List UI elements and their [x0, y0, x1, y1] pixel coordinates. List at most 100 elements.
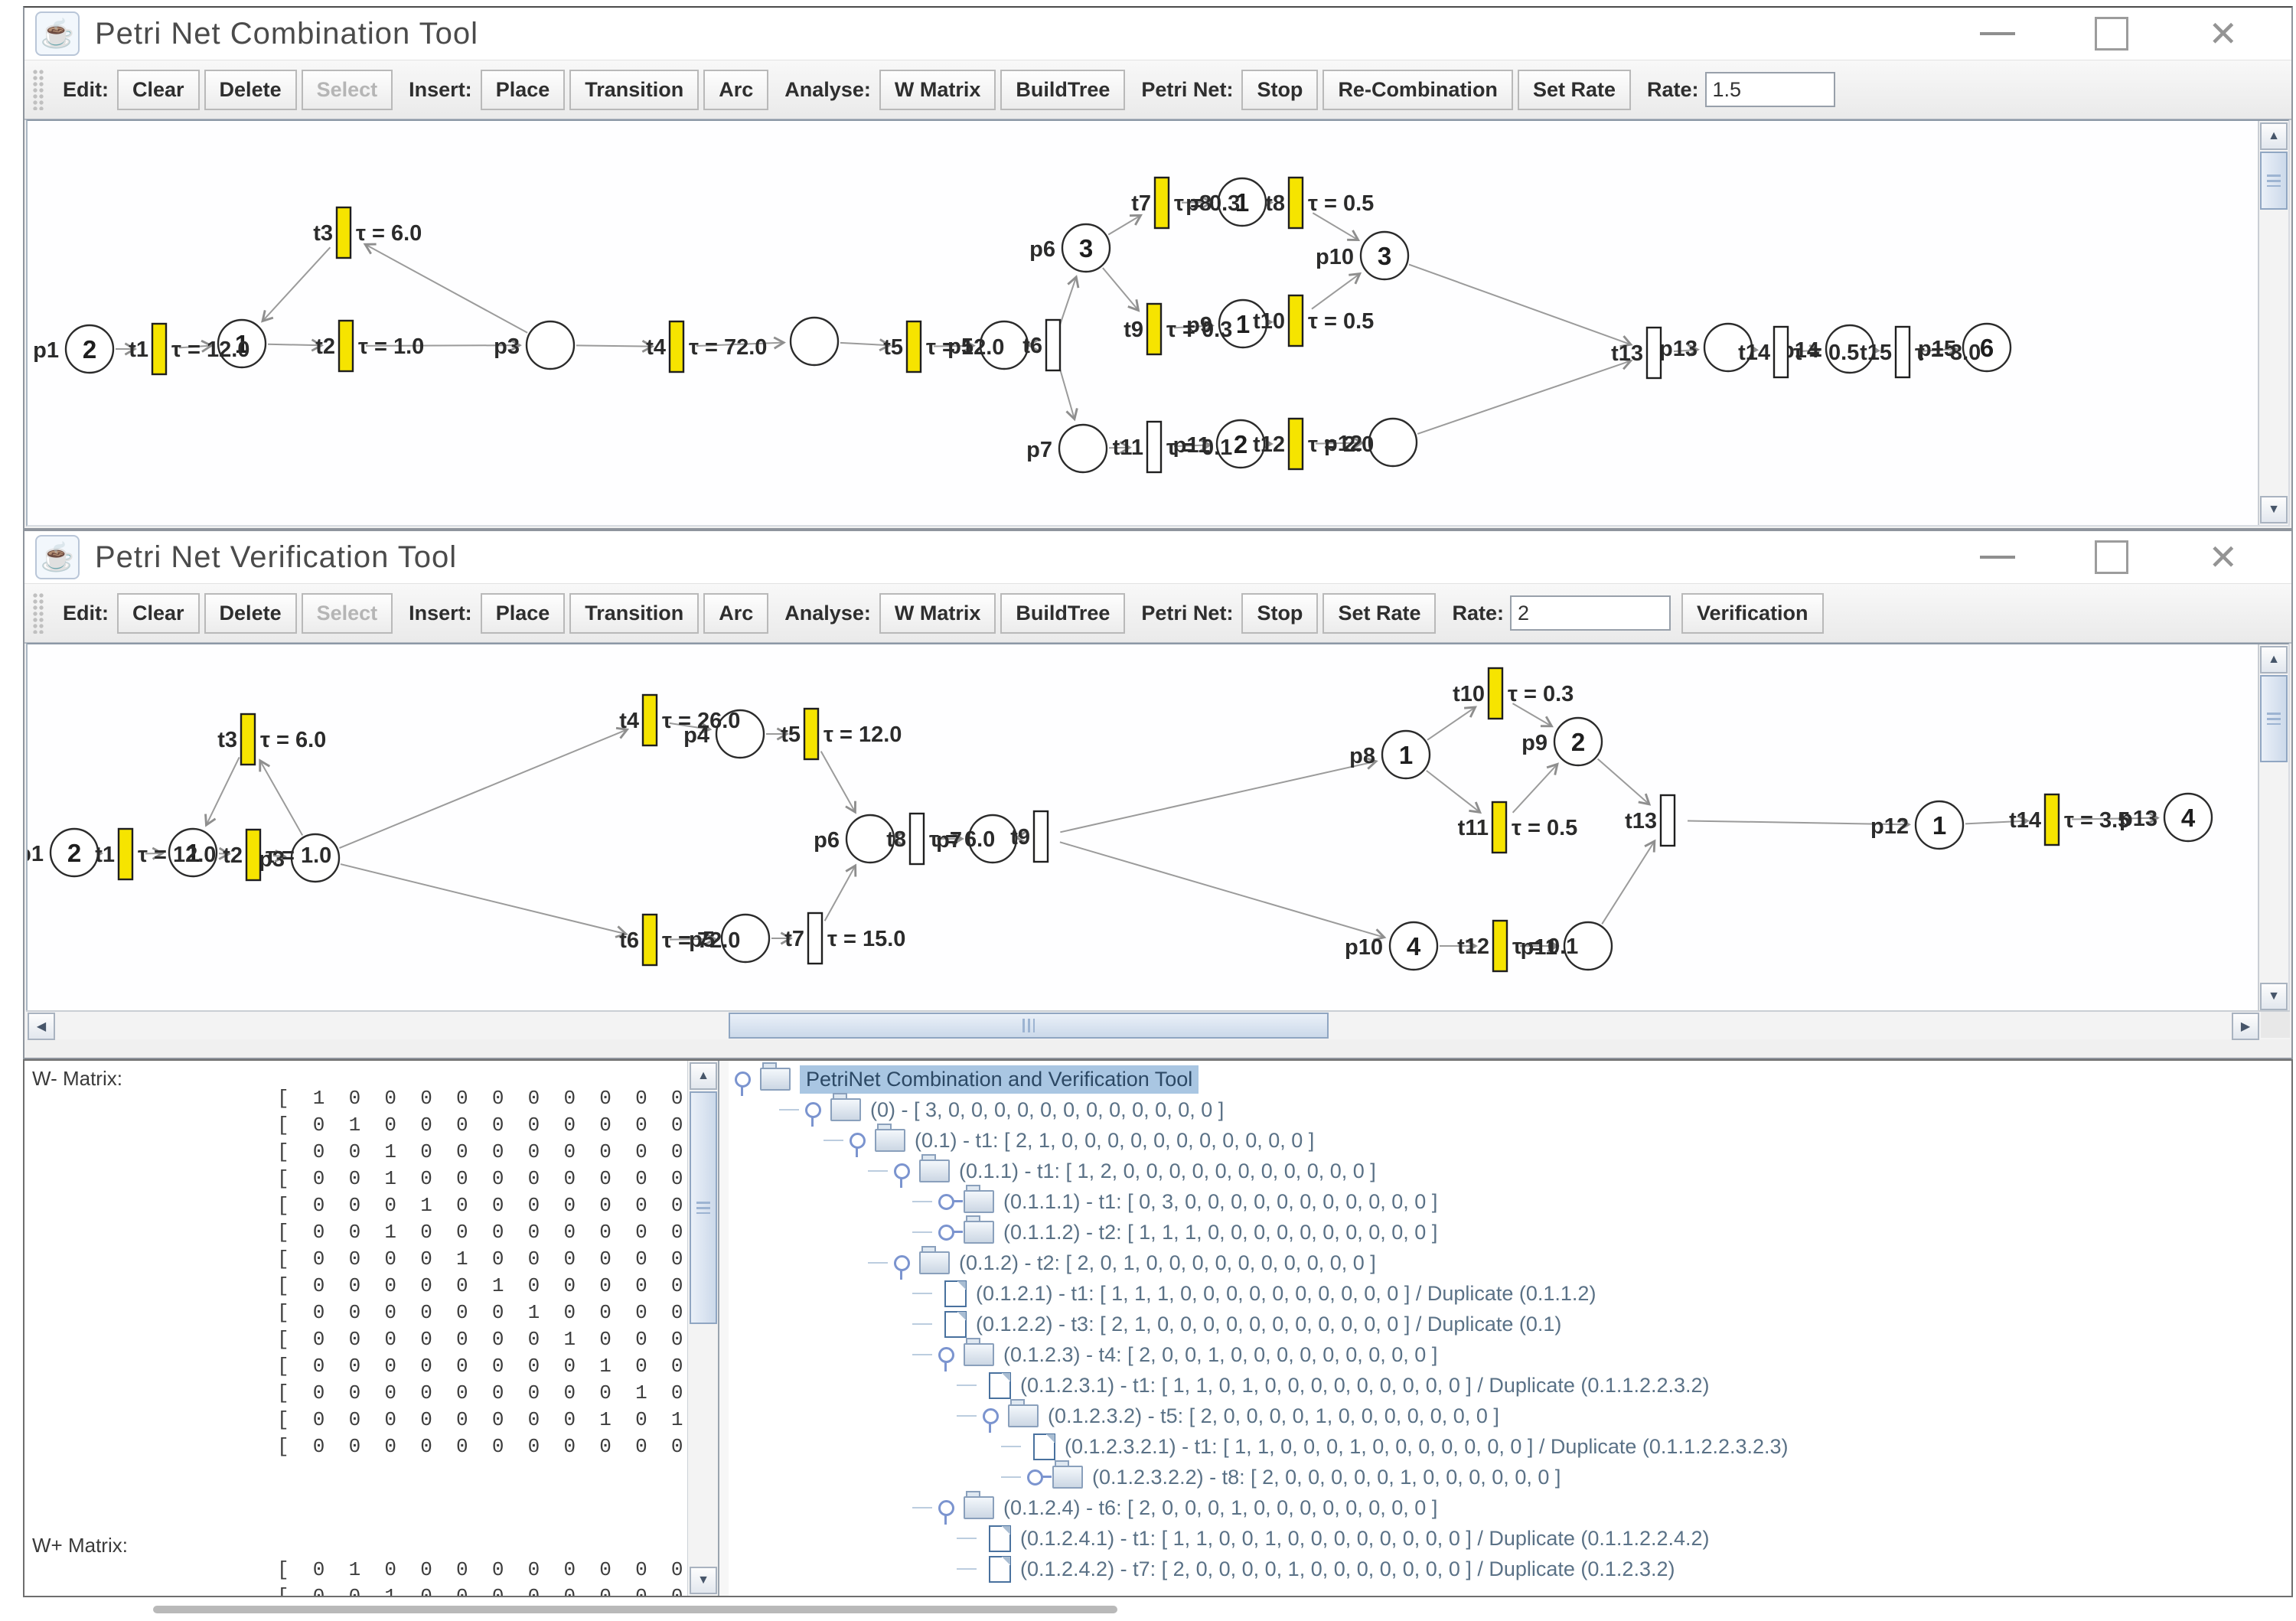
scroll-down-icon[interactable]: ▼: [690, 1567, 717, 1594]
insert-transition-button[interactable]: Transition: [569, 593, 699, 634]
transition-t9[interactable]: t9τ = 0.3: [1124, 304, 1232, 354]
stop-button[interactable]: Stop: [1241, 70, 1318, 110]
insert-arc-button[interactable]: Arc: [703, 593, 768, 634]
tree-node-label[interactable]: (0.1.1.2) - t2: [ 1, 1, 1, 0, 0, 0, 0, 0…: [1003, 1221, 1437, 1244]
tree-node[interactable]: (0.1.2.4) - t6: [ 2, 0, 0, 0, 1, 0, 0, 0…: [729, 1492, 2291, 1523]
transition-t13[interactable]: t13: [1611, 328, 1661, 378]
arc-t3-p2[interactable]: [206, 757, 239, 825]
scroll-down-icon[interactable]: ▼: [2260, 983, 2288, 1010]
transition-t7[interactable]: t7τ = 0.3: [1131, 178, 1240, 228]
petri-canvas-combination[interactable]: 2p11p3p53p6p71p81p93p102p11p12p13p146p15…: [26, 119, 2290, 527]
arc-p9-t13[interactable]: [1598, 758, 1649, 804]
collapse-knob-icon[interactable]: [983, 1408, 999, 1424]
arc-p8-t10[interactable]: [1427, 707, 1476, 740]
tree-node[interactable]: (0.1.2.3.2.2) - t8: [ 2, 0, 0, 0, 0, 0, …: [729, 1462, 2291, 1492]
tree-node[interactable]: (0.1.1.1) - t1: [ 0, 3, 0, 0, 0, 0, 0, 0…: [729, 1186, 2291, 1217]
arc-p3-t4[interactable]: [339, 729, 627, 848]
place-p13[interactable]: 4p13: [2119, 794, 2212, 841]
tree-node[interactable]: (0.1.2.3.1) - t1: [ 1, 1, 0, 1, 0, 0, 0,…: [729, 1370, 2291, 1401]
arc-t11-p9[interactable]: [1513, 764, 1557, 812]
tree-node-label[interactable]: (0.1.2.4.2) - t7: [ 2, 0, 0, 0, 0, 1, 0,…: [1020, 1557, 1675, 1581]
select-button[interactable]: Select: [302, 593, 393, 634]
tree-node-label[interactable]: (0.1.2.4) - t6: [ 2, 0, 0, 0, 1, 0, 0, 0…: [1003, 1496, 1437, 1520]
tree-node-label[interactable]: PetriNet Combination and Verification To…: [800, 1065, 1199, 1094]
arc-t9-p10[interactable]: [1060, 842, 1384, 937]
titlebar-verification[interactable]: ☕ Petri Net Verification Tool ✕: [24, 531, 2291, 583]
scroll-down-icon[interactable]: ▼: [2260, 496, 2288, 523]
petri-net-combination[interactable]: 2p11p3p53p6p71p81p93p102p11p12p13p146p15…: [28, 121, 2259, 525]
tree-node-label[interactable]: (0.1.2.3) - t4: [ 2, 0, 0, 1, 0, 0, 0, 0…: [1003, 1343, 1437, 1367]
arc-p4-t5[interactable]: [840, 343, 889, 345]
tree-node-label[interactable]: (0.1.2.3.1) - t1: [ 1, 1, 0, 1, 0, 0, 0,…: [1020, 1374, 1710, 1398]
collapse-knob-icon[interactable]: [894, 1163, 910, 1179]
insert-transition-button[interactable]: Transition: [569, 70, 699, 110]
arc-p3-t3[interactable]: [365, 244, 527, 332]
petri-canvas-verification[interactable]: 2p11p3p4p5p6p71p82p94p10p111p124p13t1τ =…: [26, 643, 2290, 1013]
horizontal-scrollbar[interactable]: [153, 1606, 1117, 1613]
w-matrix-button[interactable]: W Matrix: [879, 70, 996, 110]
arc-p6-t7[interactable]: [1108, 215, 1140, 234]
toolbar-grip-icon[interactable]: [32, 69, 44, 110]
tree-node[interactable]: (0.1) - t1: [ 2, 1, 0, 0, 0, 0, 0, 0, 0,…: [729, 1125, 2291, 1156]
build-tree-button[interactable]: BuildTree: [1000, 70, 1125, 110]
scroll-up-icon[interactable]: ▲: [2260, 646, 2288, 674]
tree-node-label[interactable]: (0.1) - t1: [ 2, 1, 0, 0, 0, 0, 0, 0, 0,…: [915, 1129, 1314, 1153]
place-p1[interactable]: 2p1: [33, 325, 113, 373]
collapse-knob-icon[interactable]: [938, 1347, 954, 1363]
transition-t8[interactable]: t8τ = 0.5: [1265, 178, 1374, 228]
toolbar-grip-icon[interactable]: [32, 592, 44, 634]
tree-node-label[interactable]: (0.1.2.3.2.2) - t8: [ 2, 0, 0, 0, 0, 0, …: [1092, 1466, 1561, 1489]
insert-arc-button[interactable]: Arc: [703, 70, 768, 110]
transition-t14[interactable]: t14τ = 3.5: [2009, 794, 2130, 845]
vertical-scrollbar[interactable]: ▲ ▼: [2258, 644, 2288, 1012]
tree-node[interactable]: (0) - [ 3, 0, 0, 0, 0, 0, 0, 0, 0, 0, 0,…: [729, 1094, 2291, 1125]
arc-t7-p6[interactable]: [825, 866, 856, 921]
delete-button[interactable]: Delete: [204, 70, 297, 110]
expand-knob-icon[interactable]: [1027, 1469, 1043, 1486]
scrollbar-thumb[interactable]: [729, 1013, 1329, 1039]
tree-node[interactable]: PetriNet Combination and Verification To…: [729, 1064, 2291, 1094]
tree-node-label[interactable]: (0) - [ 3, 0, 0, 0, 0, 0, 0, 0, 0, 0, 0,…: [870, 1098, 1224, 1122]
petri-net-verification[interactable]: 2p11p3p4p5p6p71p82p94p10p111p124p13t1τ =…: [28, 644, 2259, 1012]
place-p8[interactable]: 1p8: [1349, 731, 1430, 778]
clear-button[interactable]: Clear: [117, 70, 200, 110]
tree-node[interactable]: (0.1.1) - t1: [ 1, 2, 0, 0, 0, 0, 0, 0, …: [729, 1156, 2291, 1186]
arc-p3-t3[interactable]: [260, 761, 302, 836]
tree-node[interactable]: (0.1.2.4.2) - t7: [ 2, 0, 0, 0, 0, 1, 0,…: [729, 1554, 2291, 1584]
set-rate-button[interactable]: Set Rate: [1518, 70, 1631, 110]
transition-t4[interactable]: t4τ = 72.0: [646, 321, 767, 372]
tree-node-label[interactable]: (0.1.1) - t1: [ 1, 2, 0, 0, 0, 0, 0, 0, …: [959, 1159, 1376, 1183]
transition-t15[interactable]: t15τ = 3.0: [1860, 327, 1981, 377]
tree-node-label[interactable]: (0.1.2.4.1) - t1: [ 1, 1, 0, 0, 1, 0, 0,…: [1020, 1527, 1710, 1551]
close-icon[interactable]: ✕: [2208, 16, 2238, 51]
matrix-pane[interactable]: W- Matrix: [ 1 0 0 0 0 0 0 0 0 0 0 0 0][…: [24, 1061, 687, 1596]
maximize-icon[interactable]: [2095, 17, 2128, 51]
collapse-knob-icon[interactable]: [938, 1500, 954, 1516]
arc-p11-t13[interactable]: [1602, 841, 1655, 924]
rate-input[interactable]: [1705, 72, 1835, 107]
scroll-up-icon[interactable]: ▲: [2260, 122, 2288, 150]
arc-t6-p6[interactable]: [1059, 277, 1076, 326]
scrollbar-thumb[interactable]: [2260, 152, 2288, 210]
minimize-icon[interactable]: [1980, 32, 2015, 35]
select-button[interactable]: Select: [302, 70, 393, 110]
tree-node[interactable]: (0.1.2.3) - t4: [ 2, 0, 0, 1, 0, 0, 0, 0…: [729, 1339, 2291, 1370]
arc-p10-t13[interactable]: [1409, 265, 1631, 345]
close-icon[interactable]: ✕: [2208, 540, 2238, 575]
arc-t5-p6[interactable]: [821, 752, 856, 812]
scroll-up-icon[interactable]: ▲: [690, 1062, 717, 1090]
scroll-right-icon[interactable]: ▶: [2232, 1013, 2259, 1040]
arc-t3-p2[interactable]: [263, 247, 330, 321]
tree-node[interactable]: (0.1.2.3.2) - t5: [ 2, 0, 0, 0, 0, 1, 0,…: [729, 1401, 2291, 1431]
transition-t6[interactable]: t6: [1022, 320, 1060, 370]
arc-t10-p10[interactable]: [1312, 274, 1360, 309]
maximize-icon[interactable]: [2095, 540, 2128, 574]
tree-node-label[interactable]: (0.1.2) - t2: [ 2, 0, 1, 0, 0, 0, 0, 0, …: [959, 1251, 1376, 1275]
place-p4[interactable]: [791, 318, 838, 365]
transition-t12[interactable]: t12τ = 2.0: [1253, 419, 1374, 469]
transition-t3[interactable]: t3τ = 6.0: [217, 714, 326, 765]
tree-node[interactable]: (0.1.1.2) - t2: [ 1, 1, 1, 0, 0, 0, 0, 0…: [729, 1217, 2291, 1248]
place-p1[interactable]: 2p1: [28, 829, 98, 876]
horizontal-scrollbar[interactable]: ◀ ▶: [26, 1010, 2290, 1039]
tree-node-label[interactable]: (0.1.1.1) - t1: [ 0, 3, 0, 0, 0, 0, 0, 0…: [1003, 1190, 1437, 1214]
